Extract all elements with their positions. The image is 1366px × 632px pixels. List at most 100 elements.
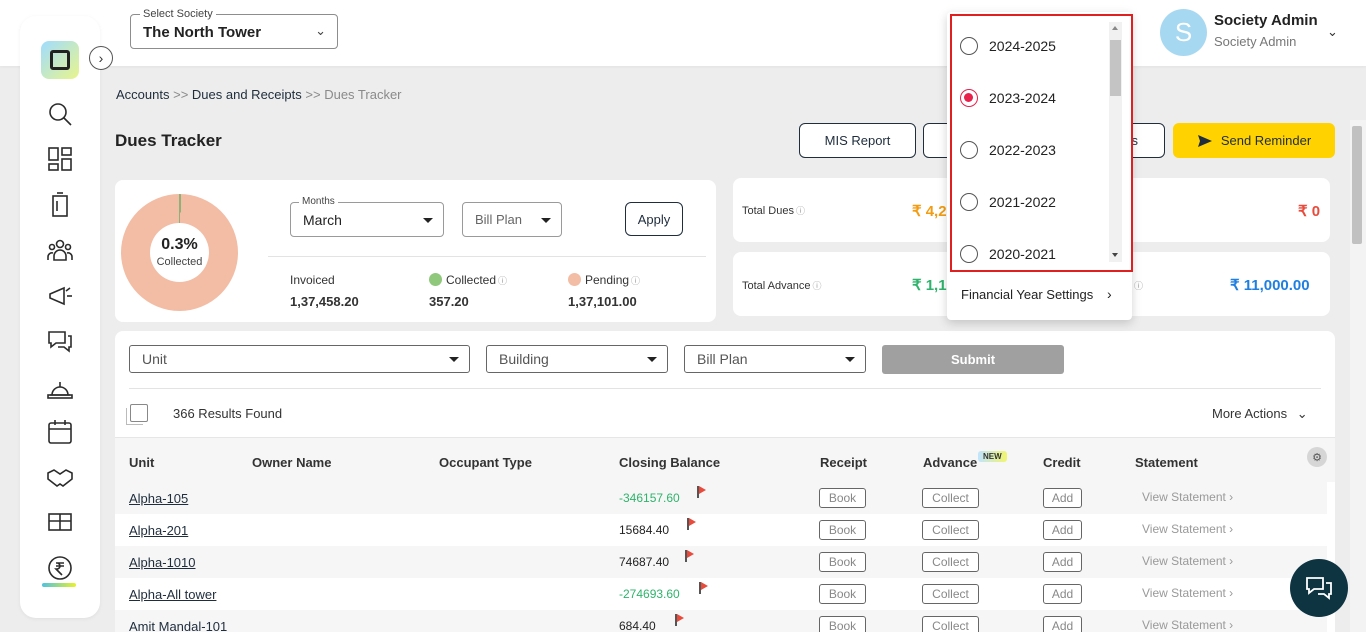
view-statement-link[interactable]: View Statement › [1142, 618, 1233, 632]
col-occupant-type: Occupant Type [439, 455, 532, 470]
pending-dot-icon [568, 273, 581, 286]
unit-link[interactable]: Alpha-All tower [129, 587, 216, 602]
col-unit: Unit [129, 455, 155, 470]
mis-report-button[interactable]: MIS Report [799, 123, 916, 158]
table-row: Amit Mandal-101 684.40 Book Collect Add … [115, 610, 1327, 632]
service-icon[interactable] [44, 371, 76, 403]
people-icon[interactable] [44, 234, 76, 266]
society-select[interactable]: Select Society The North Tower ⌄ [130, 8, 338, 49]
breadcrumb-accounts[interactable]: Accounts [116, 87, 169, 102]
divider [268, 256, 706, 257]
society-select-label: Select Society [140, 8, 216, 20]
bill-plan-filter[interactable]: Bill Plan [684, 345, 866, 373]
search-icon[interactable] [44, 98, 76, 130]
info-icon[interactable]: ⓘ [1132, 279, 1143, 292]
col-owner-name: Owner Name [252, 455, 332, 470]
collect-button[interactable]: Collect [922, 552, 979, 572]
top-bar: Select Society The North Tower ⌄ S Socie… [0, 0, 1366, 66]
highlight-box [950, 14, 1133, 272]
chat-icon[interactable] [44, 325, 76, 357]
total-advance-label-text: Total Advance [742, 280, 811, 292]
megaphone-icon[interactable] [44, 280, 76, 312]
info-icon[interactable]: ⓘ [631, 276, 640, 286]
collect-button[interactable]: Collect [922, 616, 979, 632]
table-row: Alpha-201 15684.40 Book Collect Add View… [115, 514, 1327, 546]
view-statement-label: View Statement [1142, 490, 1226, 504]
collected-dot-icon [429, 273, 442, 286]
col-statement: Statement [1135, 455, 1198, 470]
book-button[interactable]: Book [819, 520, 866, 540]
unit-link[interactable]: Amit Mandal-101 [129, 619, 227, 632]
pending-legend: Pending ⓘ [568, 273, 640, 287]
book-button[interactable]: Book [819, 584, 866, 604]
new-badge: NEW [978, 451, 1007, 462]
bill-plan-select[interactable]: Bill Plan [462, 202, 562, 237]
invoiced-value: 1,37,458.20 [290, 294, 359, 309]
add-button[interactable]: Add [1043, 552, 1082, 572]
unit-link[interactable]: Alpha-201 [129, 523, 188, 538]
add-button[interactable]: Add [1043, 584, 1082, 604]
send-reminder-button[interactable]: Send Reminder [1173, 123, 1335, 158]
col-receipt: Receipt [820, 455, 867, 470]
financial-year-settings-link[interactable]: Financial Year Settings [961, 287, 1093, 302]
add-button[interactable]: Add [1043, 488, 1082, 508]
unit-link[interactable]: Alpha-1010 [129, 555, 196, 570]
view-statement-link[interactable]: View Statement › [1142, 522, 1233, 536]
unit-filter[interactable]: Unit [129, 345, 470, 373]
chat-bubble-icon [1306, 577, 1332, 600]
total-dues-value: ₹ 4,2 [912, 203, 947, 220]
add-button[interactable]: Add [1043, 520, 1082, 540]
months-label: Months [299, 196, 338, 207]
view-statement-link[interactable]: View Statement › [1142, 490, 1233, 504]
rupee-icon[interactable] [44, 552, 76, 584]
user-name[interactable]: Society Admin [1214, 12, 1318, 29]
column-settings-icon[interactable]: ⚙ [1307, 447, 1327, 467]
page-scrollbar[interactable] [1350, 120, 1366, 632]
add-button[interactable]: Add [1043, 616, 1082, 632]
chevron-right-icon[interactable]: › [1107, 286, 1112, 302]
apply-button[interactable]: Apply [625, 202, 683, 236]
app-logo[interactable] [41, 41, 79, 79]
info-icon[interactable]: ⓘ [498, 276, 507, 286]
collected-percent: 0.3% [161, 236, 198, 253]
user-menu-chevron-icon[interactable]: ⌄ [1327, 24, 1338, 40]
send-reminder-label: Send Reminder [1220, 133, 1312, 148]
bill-plan-placeholder: Bill Plan [475, 212, 522, 227]
unit-link[interactable]: Alpha-105 [129, 491, 188, 506]
closing-balance: 15684.40 [619, 523, 670, 537]
book-button[interactable]: Book [819, 552, 866, 572]
info-icon[interactable]: ⓘ [796, 206, 805, 216]
closing-balance: 684.40 [619, 619, 656, 632]
col-credit: Credit [1043, 455, 1081, 470]
results-count: 366 Results Found [173, 406, 283, 421]
handshake-icon[interactable] [44, 461, 76, 493]
collect-button[interactable]: Collect [922, 488, 979, 508]
avatar[interactable]: S [1160, 9, 1207, 56]
caret-down-icon [449, 357, 459, 362]
building-icon[interactable] [44, 189, 76, 221]
calendar-icon[interactable] [44, 416, 76, 448]
months-select[interactable]: Months March [290, 196, 444, 237]
select-all-checkbox[interactable] [126, 404, 148, 425]
inventory-icon[interactable] [44, 506, 76, 538]
closing-balance: 74687.40 [619, 555, 670, 569]
view-statement-link[interactable]: View Statement › [1142, 586, 1233, 600]
book-button[interactable]: Book [819, 488, 866, 508]
building-filter[interactable]: Building [486, 345, 668, 373]
collect-button[interactable]: Collect [922, 520, 979, 540]
dashboard-icon[interactable] [44, 143, 76, 175]
sidebar-toggle-icon[interactable]: › [89, 46, 113, 70]
collect-button[interactable]: Collect [922, 584, 979, 604]
book-button[interactable]: Book [819, 616, 866, 632]
submit-button[interactable]: Submit [882, 345, 1064, 374]
caret-down-icon [423, 218, 433, 223]
chat-support-button[interactable] [1290, 559, 1348, 617]
info-icon[interactable]: ⓘ [813, 281, 822, 291]
table-row: Alpha-1010 74687.40 Book Collect Add Vie… [115, 546, 1327, 578]
breadcrumb-dues-and-receipts[interactable]: Dues and Receipts [192, 87, 302, 102]
more-actions-button[interactable]: More Actions ⌄ [1212, 406, 1308, 422]
months-value: March [303, 212, 342, 228]
view-statement-link[interactable]: View Statement › [1142, 554, 1233, 568]
caret-down-icon [541, 218, 551, 223]
col-closing-balance: Closing Balance [619, 455, 721, 470]
